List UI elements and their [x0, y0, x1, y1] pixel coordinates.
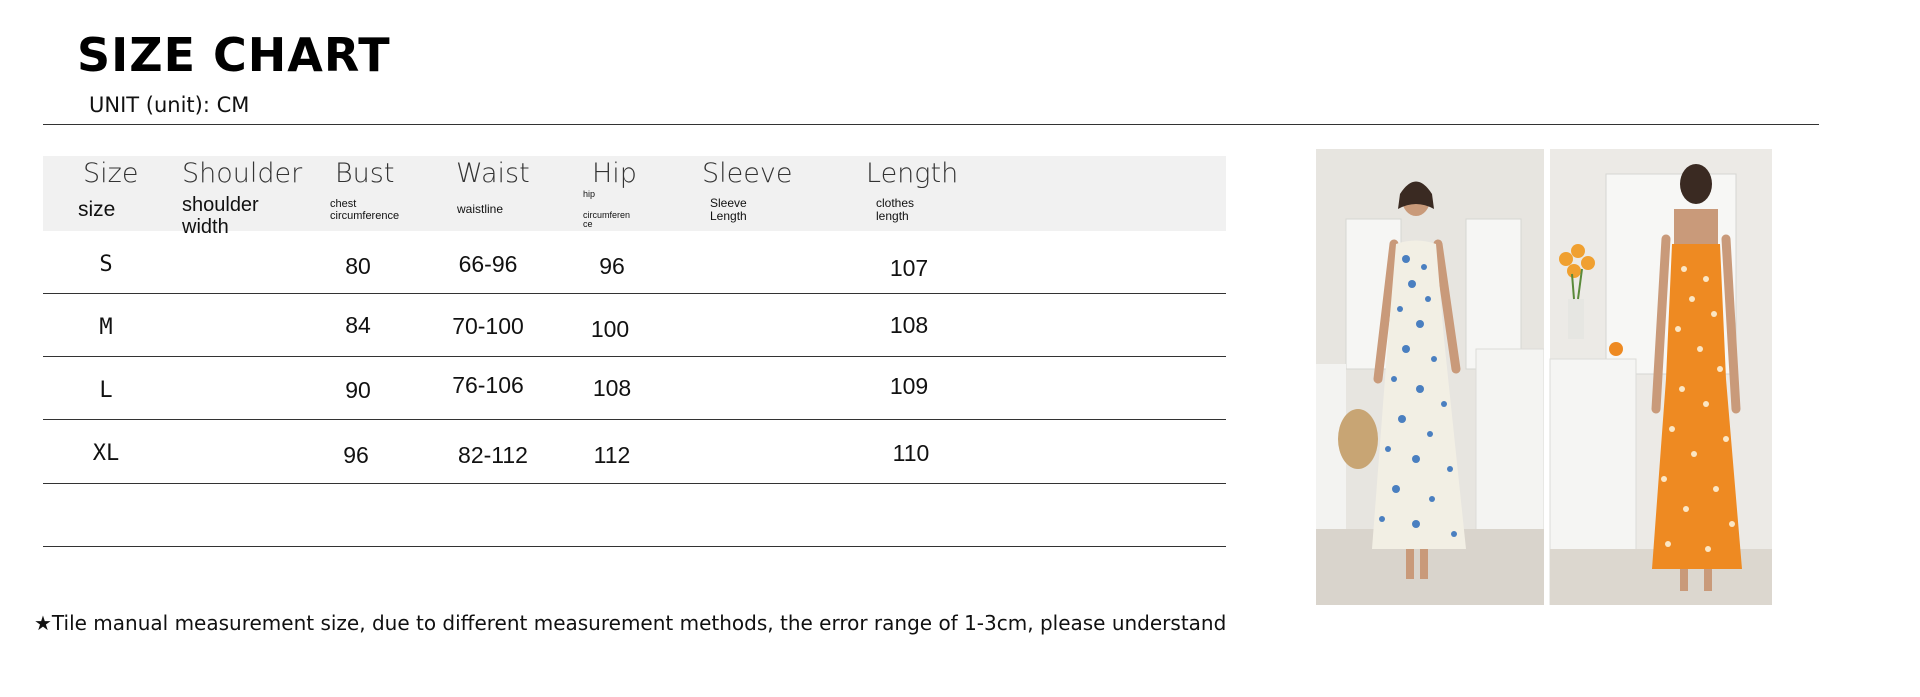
header-shoulder-sub: shoulder width: [182, 194, 259, 238]
header-sleeve-sub: Sleeve Length: [710, 196, 747, 223]
table-cell-size: M: [99, 315, 113, 340]
product-photo: [1316, 149, 1772, 605]
unit-label: UNIT (unit): CM: [85, 93, 254, 117]
table-cell-waist: 66-96: [458, 251, 518, 277]
table-cell-length: 107: [889, 255, 929, 281]
table-cell-length: 109: [889, 373, 929, 399]
header-length: Length: [866, 158, 959, 189]
header-length-sub: clothes length: [876, 196, 915, 223]
header-waist-sub: waistline: [457, 202, 504, 216]
table-cell-bust: 90: [345, 377, 371, 403]
page-title: SIZE CHART: [77, 28, 391, 82]
divider: [43, 124, 1819, 125]
header-size: Size: [83, 158, 139, 189]
header-hip-sub-top: hip: [583, 189, 596, 199]
table-cell-size: XL: [92, 441, 120, 466]
table-cell-length: 110: [892, 440, 930, 466]
row-divider: [43, 356, 1226, 357]
row-divider: [43, 419, 1226, 420]
table-cell-hip: 108: [592, 375, 632, 401]
header-hip: Hip: [592, 158, 637, 189]
table-cell-hip: 112: [593, 442, 631, 468]
header-bust: Bust: [335, 158, 395, 189]
table-cell-bust: 84: [345, 312, 371, 338]
table-cell-hip: 100: [590, 316, 630, 342]
table-cell-bust: 80: [345, 253, 371, 279]
row-divider: [43, 293, 1226, 294]
product-photo-art: [1316, 149, 1772, 605]
table-cell-size: S: [99, 252, 113, 277]
header-bust-sub: chest circumference: [330, 198, 400, 222]
header-size-sub: size: [78, 198, 116, 221]
table-cell-length: 108: [889, 312, 929, 338]
table-cell-waist: 76-106: [452, 372, 524, 398]
row-divider: [43, 483, 1226, 484]
table-cell-waist: 82-112: [458, 442, 528, 468]
table-cell-bust: 96: [343, 442, 369, 468]
table-cell-waist: 70-100: [452, 313, 524, 339]
row-divider: [43, 546, 1226, 547]
measurement-note: ★Tile manual measurement size, due to di…: [34, 611, 1227, 635]
table-cell-hip: 96: [599, 253, 625, 279]
header-waist: Waist: [456, 158, 530, 189]
header-hip-sub: circumferen ce: [583, 210, 631, 230]
table-cell-size: L: [99, 378, 113, 403]
header-sleeve: Sleeve: [702, 158, 793, 189]
header-shoulder: Shoulder: [182, 158, 303, 189]
